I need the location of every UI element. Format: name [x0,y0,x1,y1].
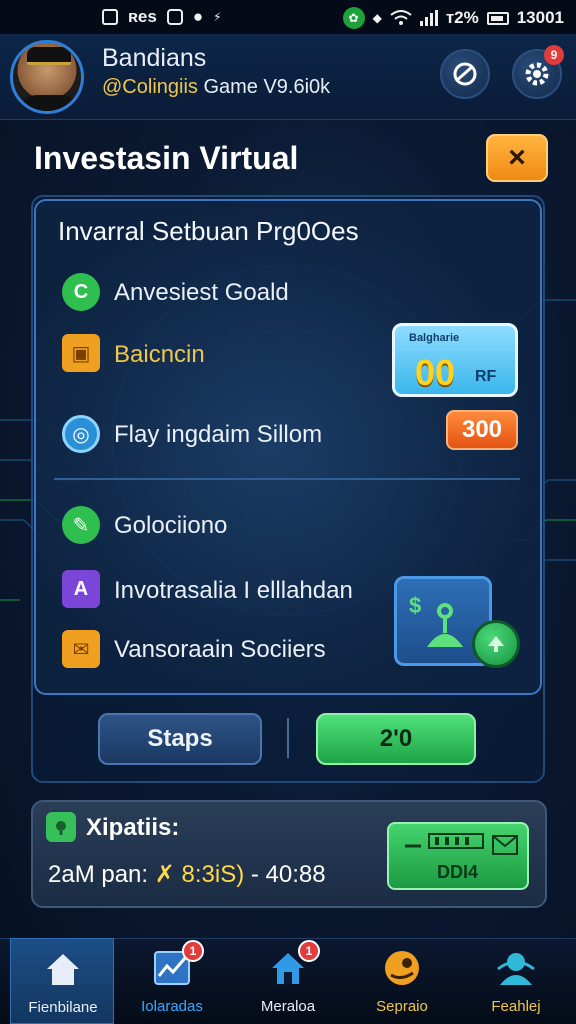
panel-divider [54,478,520,480]
nav-item-stats[interactable]: 1 Iolaradas [120,938,224,1024]
profile-header: Bandians @Colingiis Game V9.6i0k 9 [0,34,576,120]
balance-value: 00 [415,352,456,393]
confirm-button[interactable]: 2'0 [316,713,476,765]
user-handle-prefix: @Colingiis [102,76,198,98]
mail-icon: ✉ [62,630,100,668]
box-icon: ▣ [62,334,100,372]
info-map-icon [46,812,76,842]
battery-percent: ᴛ2% [445,8,479,27]
settings-badge: 9 [544,45,564,65]
close-button[interactable]: × [486,134,548,182]
message-icon: ● [192,7,204,26]
arrow-icon [488,636,504,652]
status-left: ʀes ● ⚡ [102,7,222,27]
balance-value-box: Balgharie 00 RF [392,323,518,397]
row-label[interactable]: Anvesiest Goald [114,279,289,307]
avatar-cap [27,47,71,65]
nav-label: Fienbilane [28,999,98,1016]
avatar[interactable] [10,40,84,114]
battery-icon [486,11,509,25]
row-label[interactable]: Flay ingdaim Sillom [114,421,322,449]
coin-face-icon [382,948,422,988]
nav-label: Meraloa [260,998,316,1015]
home-icon [43,949,83,989]
status-bar: ʀes ● ⚡ ✿ ◆ ᴛ2% 13001 [0,0,576,34]
info-detail: 2aM pan: ✗ 8:3iS) - 40:88 [48,860,326,889]
user-name: Bandians [102,44,207,72]
settings-button[interactable]: 9 [512,45,564,99]
button-separator [287,718,289,758]
row-label[interactable]: Golociiono [114,512,227,540]
status-left-text: ʀes [128,7,157,26]
status-right: ✿ ◆ ᴛ2% 13001 [342,7,564,29]
ticket-icon [405,833,518,855]
info-title: Xipatiis: [86,814,180,841]
row-label[interactable]: Invotrasalia I elllahdan [114,577,353,605]
balance-unit: RF [475,368,497,385]
nav-badge: 1 [182,940,204,962]
steps-button[interactable]: Staps [98,713,262,765]
row-label[interactable]: Baicncin [114,341,205,369]
page-title: Investasin Virtual [34,140,299,176]
nav-label: Iolaradas [141,998,203,1015]
info-detail-amount: ✗ 8:3iS) [154,861,245,888]
signal-icon [419,10,438,26]
app-status-icon: ✿ [342,7,365,29]
c-coin-icon: C [62,273,100,311]
nav-item-coins[interactable]: Sepraio [350,938,454,1024]
wifi-icon [390,10,412,25]
profile-icon [496,948,536,988]
avatar-body [17,95,81,111]
nav-label: Sepraio [376,998,428,1015]
value-badge[interactable]: 300 [446,410,518,450]
nav-item-market[interactable]: 1 Meraloa [236,938,340,1024]
info-detail-suffix: - 40:88 [244,861,326,888]
tile-badge [472,620,520,668]
user-handle: @Colingiis Game V9.6i0k [102,76,330,99]
close-icon: × [508,141,526,174]
location-icon: ◆ [372,11,382,25]
ticket-card[interactable]: DDI4 [387,822,529,890]
nav-label: Feahlej [491,998,541,1015]
notification-box-icon [102,9,118,25]
row-label[interactable]: Vansoraain Sociiers [114,636,326,664]
nav-item-home[interactable]: Fienbilane [10,938,114,1024]
ticket-label: DDI4 [437,862,479,882]
target-icon: ◎ [62,415,100,453]
nav-badge: 1 [298,940,320,962]
section-title: Invarral Setbuan Prg0Oes [58,216,359,246]
status-time: 13001 [516,8,564,27]
gear-icon [525,62,549,86]
image-icon [166,9,183,25]
gift-icon [426,603,464,647]
info-detail-prefix: 2aM pan: [48,861,155,888]
sync-icon [453,62,477,86]
a-letter-icon: A [62,570,100,608]
leaf-icon: ✎ [62,506,100,544]
bolt-icon: ⚡ [213,10,222,24]
balance-caption: Balgharie [409,332,460,344]
nav-item-profile[interactable]: Feahlej [464,938,568,1024]
user-handle-version: Game V9.6i0k [197,76,331,98]
sync-button[interactable] [440,49,490,99]
